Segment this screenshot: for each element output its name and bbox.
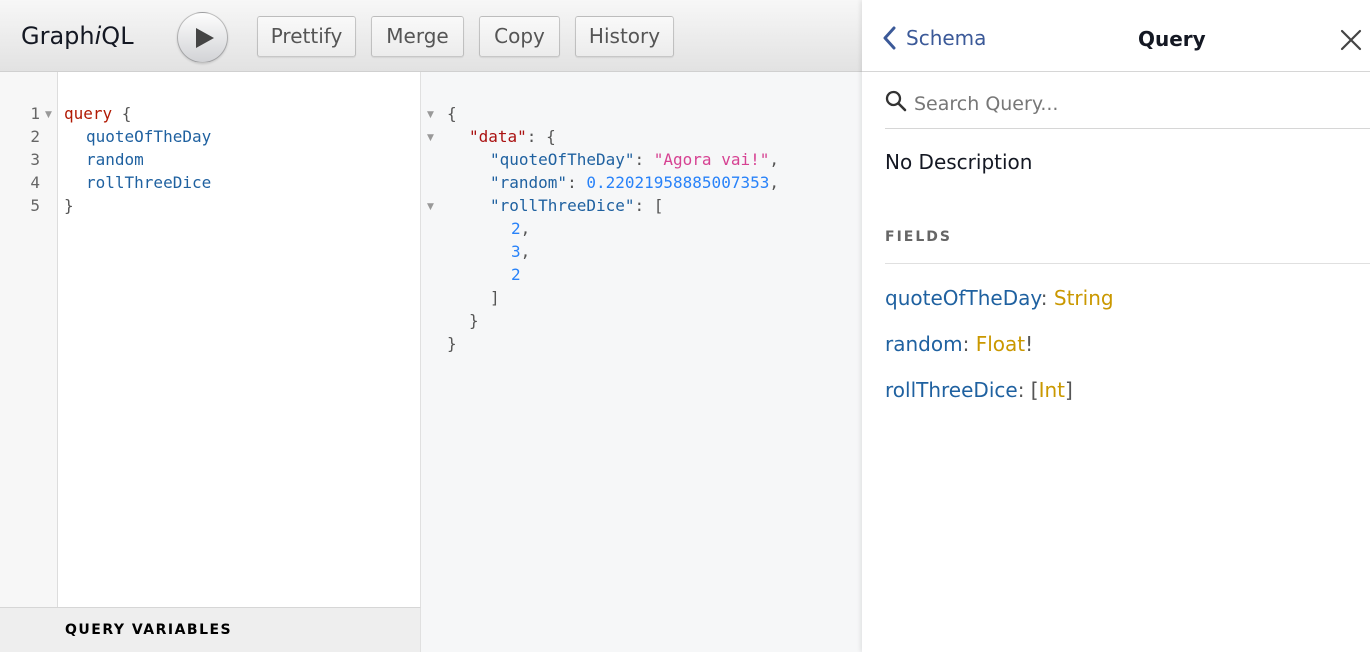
back-to-schema-link[interactable]: Schema xyxy=(882,26,986,50)
docs-search-input[interactable] xyxy=(914,90,1354,118)
back-link-label: Schema xyxy=(906,26,987,50)
json-number-value: 2 xyxy=(511,219,521,238)
json-key-data: "data" xyxy=(469,127,527,146)
json-bracket: ] xyxy=(490,288,500,307)
non-null-marker: ! xyxy=(1025,332,1034,356)
type-link[interactable]: Int xyxy=(1039,378,1065,402)
line-number: 5 xyxy=(30,196,40,215)
line-number: 1 xyxy=(30,104,40,123)
brand-prefix: Graph xyxy=(21,22,95,50)
json-line: "random": 0.22021958885007353, xyxy=(490,173,779,192)
merge-button[interactable]: Merge xyxy=(371,16,464,57)
field-item: random: Float! xyxy=(885,332,1034,356)
play-icon xyxy=(196,28,214,48)
code-field: quoteOfTheDay xyxy=(86,127,212,146)
documentation-explorer: Schema Query No Description FIELDS quote… xyxy=(862,0,1370,652)
close-icon xyxy=(1340,29,1362,51)
fold-arrow-icon[interactable]: ▼ xyxy=(427,202,434,212)
field-item: rollThreeDice: [Int] xyxy=(885,378,1073,402)
json-number-value: 0.22021958885007353 xyxy=(586,173,770,192)
query-keyword: query xyxy=(64,104,113,123)
code-brace: } xyxy=(64,196,74,215)
type-description: No Description xyxy=(885,150,1033,174)
fold-arrow-icon[interactable]: ▼ xyxy=(45,110,52,120)
brace: { xyxy=(112,104,132,123)
json-brace: } xyxy=(469,311,479,330)
json-line: "quoteOfTheDay": "Agora vai!", xyxy=(490,150,779,169)
chevron-left-icon xyxy=(883,26,896,50)
field-name-link[interactable]: quoteOfTheDay xyxy=(885,286,1041,310)
toolbar: GraphiQL Prettify Merge Copy History xyxy=(0,0,862,72)
result-gutter: ▼ ▼ ▼ xyxy=(421,72,441,652)
brand-suffix: QL xyxy=(101,22,134,50)
copy-button[interactable]: Copy xyxy=(479,16,560,57)
fields-section-title: FIELDS xyxy=(885,229,952,245)
fold-arrow-icon[interactable]: ▼ xyxy=(427,133,434,143)
line-number: 2 xyxy=(30,127,40,146)
line-number-gutter: 1 ▼ 2 3 4 5 xyxy=(0,72,58,652)
json-line: "data": { xyxy=(469,127,556,146)
field-name-link[interactable]: rollThreeDice xyxy=(885,378,1018,402)
json-line: "rollThreeDice": [ xyxy=(490,196,664,215)
line-number: 4 xyxy=(30,173,40,192)
editor-area: GraphiQL Prettify Merge Copy History 1 ▼… xyxy=(0,0,862,652)
json-key: "quoteOfTheDay" xyxy=(490,150,635,169)
field-item: quoteOfTheDay: String xyxy=(885,286,1114,310)
json-key: "rollThreeDice" xyxy=(490,196,635,215)
json-line: 2, xyxy=(511,219,531,238)
code-field: random xyxy=(86,150,144,169)
json-brace: } xyxy=(447,334,457,353)
divider xyxy=(885,263,1370,264)
type-link[interactable]: String xyxy=(1054,286,1114,310)
code-field: rollThreeDice xyxy=(86,173,212,192)
prettify-button[interactable]: Prettify xyxy=(257,16,356,57)
json-number-value: 2 xyxy=(511,265,521,284)
json-line: 3, xyxy=(511,242,531,261)
json-key: "random" xyxy=(490,173,568,192)
field-name-link[interactable]: random xyxy=(885,332,963,356)
docs-header: Schema Query xyxy=(862,0,1370,72)
history-button[interactable]: History xyxy=(575,16,674,57)
json-string-value: "Agora vai!" xyxy=(653,150,770,169)
code-line: query { xyxy=(64,104,131,123)
query-variables-label: QUERY VARIABLES xyxy=(65,622,233,638)
line-number: 3 xyxy=(30,150,40,169)
graphiql-logo: GraphiQL xyxy=(21,22,134,50)
fold-arrow-icon[interactable]: ▼ xyxy=(427,110,434,120)
search-icon xyxy=(885,90,907,112)
list-open-bracket: [ xyxy=(1030,378,1039,402)
docs-search xyxy=(885,88,1370,129)
json-brace: { xyxy=(447,104,457,123)
close-docs-button[interactable] xyxy=(1340,29,1362,55)
result-viewer: ▼ ▼ ▼ { "data": { "quoteOfTheDay": "Agor… xyxy=(421,72,862,652)
type-link[interactable]: Float xyxy=(976,332,1025,356)
list-close-bracket: ] xyxy=(1065,378,1073,402)
docs-title: Query xyxy=(1138,27,1206,51)
query-variables-toggle[interactable]: QUERY VARIABLES xyxy=(0,607,421,652)
json-number-value: 3 xyxy=(511,242,521,261)
query-editor[interactable]: 1 ▼ 2 3 4 5 query { quoteOfTheDay random… xyxy=(0,72,421,652)
execute-query-button[interactable] xyxy=(177,12,228,63)
